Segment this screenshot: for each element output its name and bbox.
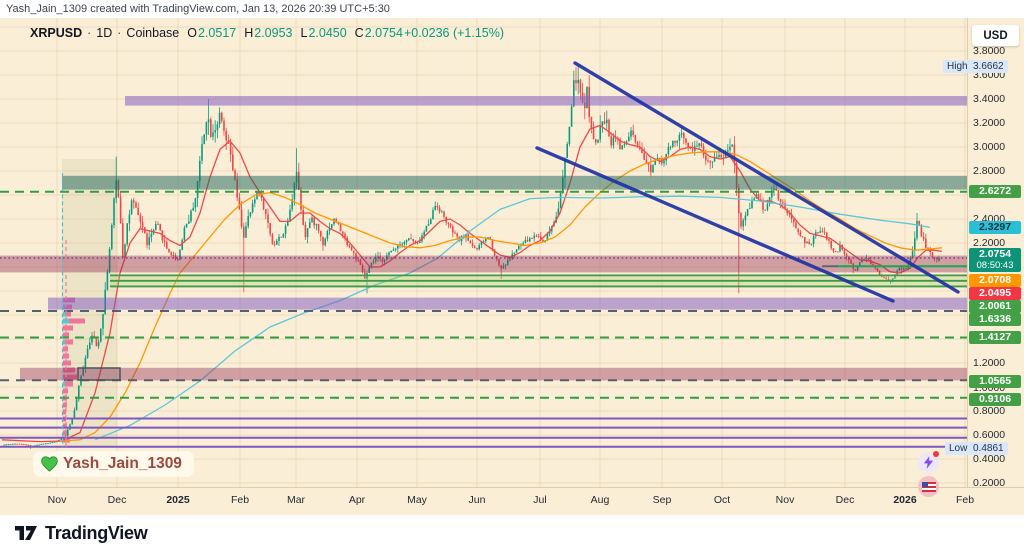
chart-legend: XRPUSD · 1D · Coinbase O 2.0517 H 2.0953… [30, 25, 504, 41]
price-axis-label: 0.6000 [973, 429, 1006, 441]
close-label: C [354, 26, 364, 40]
time-axis-label: Feb [230, 494, 250, 506]
price-badge: 2.0495 [969, 287, 1021, 300]
time-axis-label: Apr [348, 494, 366, 506]
user-watermark: Yash_Jain_1309 [33, 451, 194, 477]
time-axis-label: May [407, 494, 427, 506]
price-axis-label: 3.0000 [973, 141, 1006, 153]
price-axis-label: 3.4000 [973, 93, 1006, 105]
green-heart-icon [41, 456, 58, 472]
band-support-1.70[interactable] [48, 297, 968, 310]
price-axis[interactable]: 3.8000 3.6000 3.4000 3.2000 3.0000 2.8000 2.40… [967, 18, 1024, 489]
low-label: L [300, 26, 308, 40]
exchange-name[interactable]: Coinbase [126, 26, 179, 40]
price-badge: 1.4127 [969, 331, 1021, 344]
band-resistance-2.70[interactable] [62, 175, 968, 190]
price-badge: 1.6336 [969, 313, 1021, 326]
tradingview-chart-window: Yash_Jain_1309 created with TradingView.… [0, 0, 1024, 551]
price-badge: 1.0565 [969, 375, 1021, 388]
footer-bar: TradingView [0, 515, 1024, 551]
low-marker-chip: Low [945, 442, 972, 455]
price-axis-label: 2.8000 [973, 165, 1006, 177]
low-marker-value: 0.4861 [969, 442, 1008, 455]
time-axis-label: 2026 [893, 494, 917, 506]
watermark-username: Yash_Jain_1309 [63, 455, 182, 472]
interval-label[interactable]: 1D [96, 26, 112, 40]
time-axis-label: 2025 [166, 494, 190, 506]
time-axis-label: Jun [468, 494, 486, 506]
countdown-timer: 08:50:43 [976, 260, 1014, 271]
tradingview-logo[interactable]: TradingView [14, 522, 148, 544]
time-axis-label: Feb [955, 494, 975, 506]
notification-dot [933, 451, 939, 457]
band-supply-3.40[interactable] [125, 96, 968, 106]
open-label: O [187, 26, 197, 40]
high-label: H [244, 26, 254, 40]
legend-separator: · [87, 26, 92, 40]
high-value: 2.0953 [254, 26, 293, 40]
economic-event-flag-icon[interactable] [918, 476, 939, 497]
price-axis-label: 3.2000 [973, 117, 1006, 129]
symbol-name[interactable]: XRPUSD [30, 26, 82, 40]
currency-toggle-button[interactable]: USD [972, 25, 1019, 46]
price-badge: 2.0708 [969, 274, 1021, 287]
time-axis-label: Jul [533, 494, 547, 506]
plot-area[interactable] [0, 18, 968, 487]
time-axis-label: Dec [107, 494, 127, 506]
open-value: 2.0517 [197, 26, 237, 40]
price-badge: 2.3297 [969, 221, 1021, 234]
time-axis-label: Dec [835, 494, 855, 506]
high-marker-chip: High [943, 60, 972, 73]
ma-slow-line[interactable] [94, 195, 931, 441]
time-axis[interactable]: Nov Dec 2025 Feb Mar Apr May Jun Jul Aug Sep Oct Nov… [0, 487, 1024, 515]
band-zone-1.10[interactable] [20, 367, 968, 381]
low-value: 2.0450 [308, 26, 347, 40]
change-value: +0.0236 (+1.15%) [403, 26, 505, 40]
time-axis-label: Mar [286, 494, 306, 506]
high-marker-value: 3.6662 [969, 60, 1008, 73]
time-axis-label: Nov [775, 494, 795, 506]
price-axis-label: 1.2000 [973, 357, 1006, 369]
time-axis-label: Sep [652, 494, 672, 506]
legend-separator: · [117, 26, 122, 40]
range-box-drawing[interactable] [77, 367, 121, 381]
price-badge: 2.0061 [969, 300, 1021, 313]
us-flag-icon [921, 481, 936, 492]
time-axis-label: Nov [47, 494, 67, 506]
events-lightning-icon[interactable] [918, 451, 939, 473]
time-axis-label: Aug [590, 494, 610, 506]
tradingview-logo-text: TradingView [45, 522, 148, 543]
close-value: 2.0754 [364, 26, 403, 40]
tradingview-logo-icon [15, 526, 37, 540]
time-axis-label: Oct [713, 494, 731, 506]
price-axis-label: 3.8000 [973, 45, 1006, 57]
price-axis-label: 0.8000 [973, 405, 1006, 417]
price-badge: 2.0754 08:50:43 [969, 248, 1021, 272]
price-badge: 0.9106 [969, 393, 1021, 406]
lightning-bolt-icon [923, 456, 934, 469]
price-badge: 2.6272 [969, 185, 1021, 198]
